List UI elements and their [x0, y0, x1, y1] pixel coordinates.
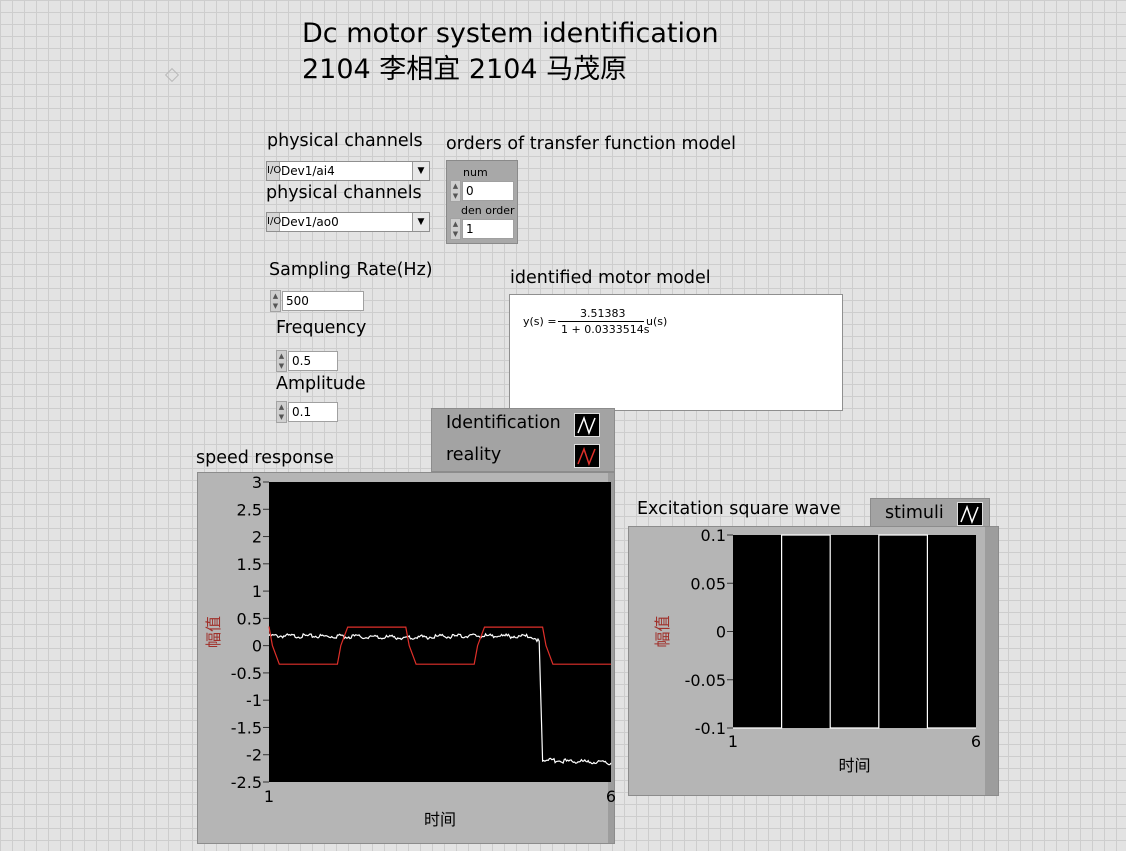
y-tick-label: 0.5: [237, 609, 262, 628]
y-tick-label: -0.5: [231, 664, 262, 683]
stim-chart: 0.1 0.05 0 -0.05 -0.11 6 时间 幅值: [653, 526, 981, 775]
physical-channels-out-value: Dev1/ao0: [281, 215, 339, 229]
model-display: y(s) = 3.51383 1 + 0.0333514s u(s): [509, 294, 843, 411]
chevron-down-icon[interactable]: ▼: [412, 213, 429, 231]
spinner-icon[interactable]: ▲ ▼: [276, 401, 287, 423]
y-tick-label: 0: [252, 637, 262, 656]
x-axis-label: 时间: [424, 810, 456, 829]
io-icon: I/O: [267, 162, 281, 180]
num-order-value[interactable]: 0: [462, 181, 514, 201]
y-tick-label: -2.5: [231, 773, 262, 792]
y-tick-label: -0.1: [695, 719, 726, 738]
x-axis-label: 时间: [838, 756, 870, 775]
speed-chart: 32.521.510.50-0.5-1-1.5-2-2.51 6时间幅值: [204, 473, 615, 829]
physical-channels-in-select[interactable]: I/O Dev1/ai4 ▼: [266, 161, 430, 181]
x-tick-label: 6: [971, 732, 981, 751]
y-tick-label: 1: [252, 582, 262, 601]
line-swatch-icon: [960, 504, 979, 525]
io-icon: I/O: [267, 213, 281, 231]
amplitude-input[interactable]: ▲ ▼ 0.1: [276, 401, 338, 423]
num-order-input[interactable]: ▲ ▼ 0: [450, 180, 514, 202]
line-swatch-icon: [577, 415, 596, 436]
y-tick-label: 0: [716, 623, 726, 642]
amplitude-value[interactable]: 0.1: [288, 402, 338, 422]
canvas-origin-marker: [164, 67, 180, 83]
y-axis-label: 幅值: [204, 616, 223, 648]
model-label: identified motor model: [510, 268, 711, 288]
speed-legend: Identification reality: [431, 408, 615, 472]
physical-channels-out-label: physical channels: [266, 183, 422, 203]
stim-chart-label: Excitation square wave: [637, 499, 841, 519]
fraction-bar: [558, 321, 644, 322]
den-order-label: den order: [461, 204, 515, 217]
den-order-value[interactable]: 1: [462, 219, 514, 239]
plot-area: [269, 482, 611, 782]
x-tick-label: 1: [728, 732, 738, 751]
reality-swatch-icon[interactable]: [574, 444, 600, 468]
legend-stimuli-label: stimuli: [885, 503, 944, 523]
model-rhs: u(s): [646, 315, 668, 328]
spinner-icon[interactable]: ▲ ▼: [450, 218, 461, 240]
orders-cluster: num order ▲▼ 0 den order ▲▼ 1: [446, 160, 518, 244]
sampling-rate-input[interactable]: ▲ ▼ 500: [270, 290, 366, 312]
x-tick-label: 1: [264, 787, 274, 806]
stimuli-swatch-icon[interactable]: [957, 502, 983, 526]
y-tick-label: -1: [246, 691, 262, 710]
y-tick-label: 3: [252, 473, 262, 492]
line-swatch-icon: [577, 446, 596, 467]
sampling-rate-value[interactable]: 500: [282, 291, 364, 311]
physical-channels-in-value: Dev1/ai4: [281, 164, 335, 178]
y-tick-label: 1.5: [237, 555, 262, 574]
y-tick-label: -1.5: [231, 718, 262, 737]
y-tick-label: 2.5: [237, 500, 262, 519]
model-numerator: 3.51383: [580, 307, 626, 320]
y-tick-label: 0.05: [690, 574, 726, 593]
speed-chart-label: speed response: [196, 448, 334, 468]
legend-reality-label: reality: [446, 445, 502, 465]
y-tick-label: 0.1: [701, 526, 726, 545]
frequency-label: Frequency: [276, 318, 367, 338]
y-tick-label: -0.05: [685, 671, 726, 690]
y-axis-label: 幅值: [653, 615, 672, 647]
amplitude-label: Amplitude: [276, 374, 366, 394]
page-subtitle: 2104 李相宜 2104 马茂原: [302, 54, 628, 85]
legend-identification-label: Identification: [446, 413, 561, 433]
frequency-value[interactable]: 0.5: [288, 351, 338, 371]
spinner-icon[interactable]: ▲ ▼: [450, 180, 461, 202]
chevron-down-icon[interactable]: ▼: [412, 162, 429, 180]
model-lhs: y(s) =: [523, 315, 557, 328]
spinner-icon[interactable]: ▲ ▼: [276, 350, 287, 372]
y-tick-label: -2: [246, 746, 262, 765]
identification-swatch-icon[interactable]: [574, 413, 600, 437]
y-tick-label: 2: [252, 528, 262, 547]
spinner-icon[interactable]: ▲ ▼: [270, 290, 281, 312]
page-title: Dc motor system identification: [302, 18, 719, 49]
den-order-input[interactable]: ▲ ▼ 1: [450, 218, 514, 240]
physical-channels-out-select[interactable]: I/O Dev1/ao0 ▼: [266, 212, 430, 232]
model-denominator: 1 + 0.0333514s: [561, 323, 650, 336]
plot-area: [733, 535, 976, 728]
sampling-rate-label: Sampling Rate(Hz): [269, 260, 433, 280]
frequency-input[interactable]: ▲ ▼ 0.5: [276, 350, 338, 372]
physical-channels-in-label: physical channels: [267, 131, 423, 151]
x-tick-label: 6: [606, 787, 615, 806]
orders-label: orders of transfer function model: [446, 134, 736, 154]
